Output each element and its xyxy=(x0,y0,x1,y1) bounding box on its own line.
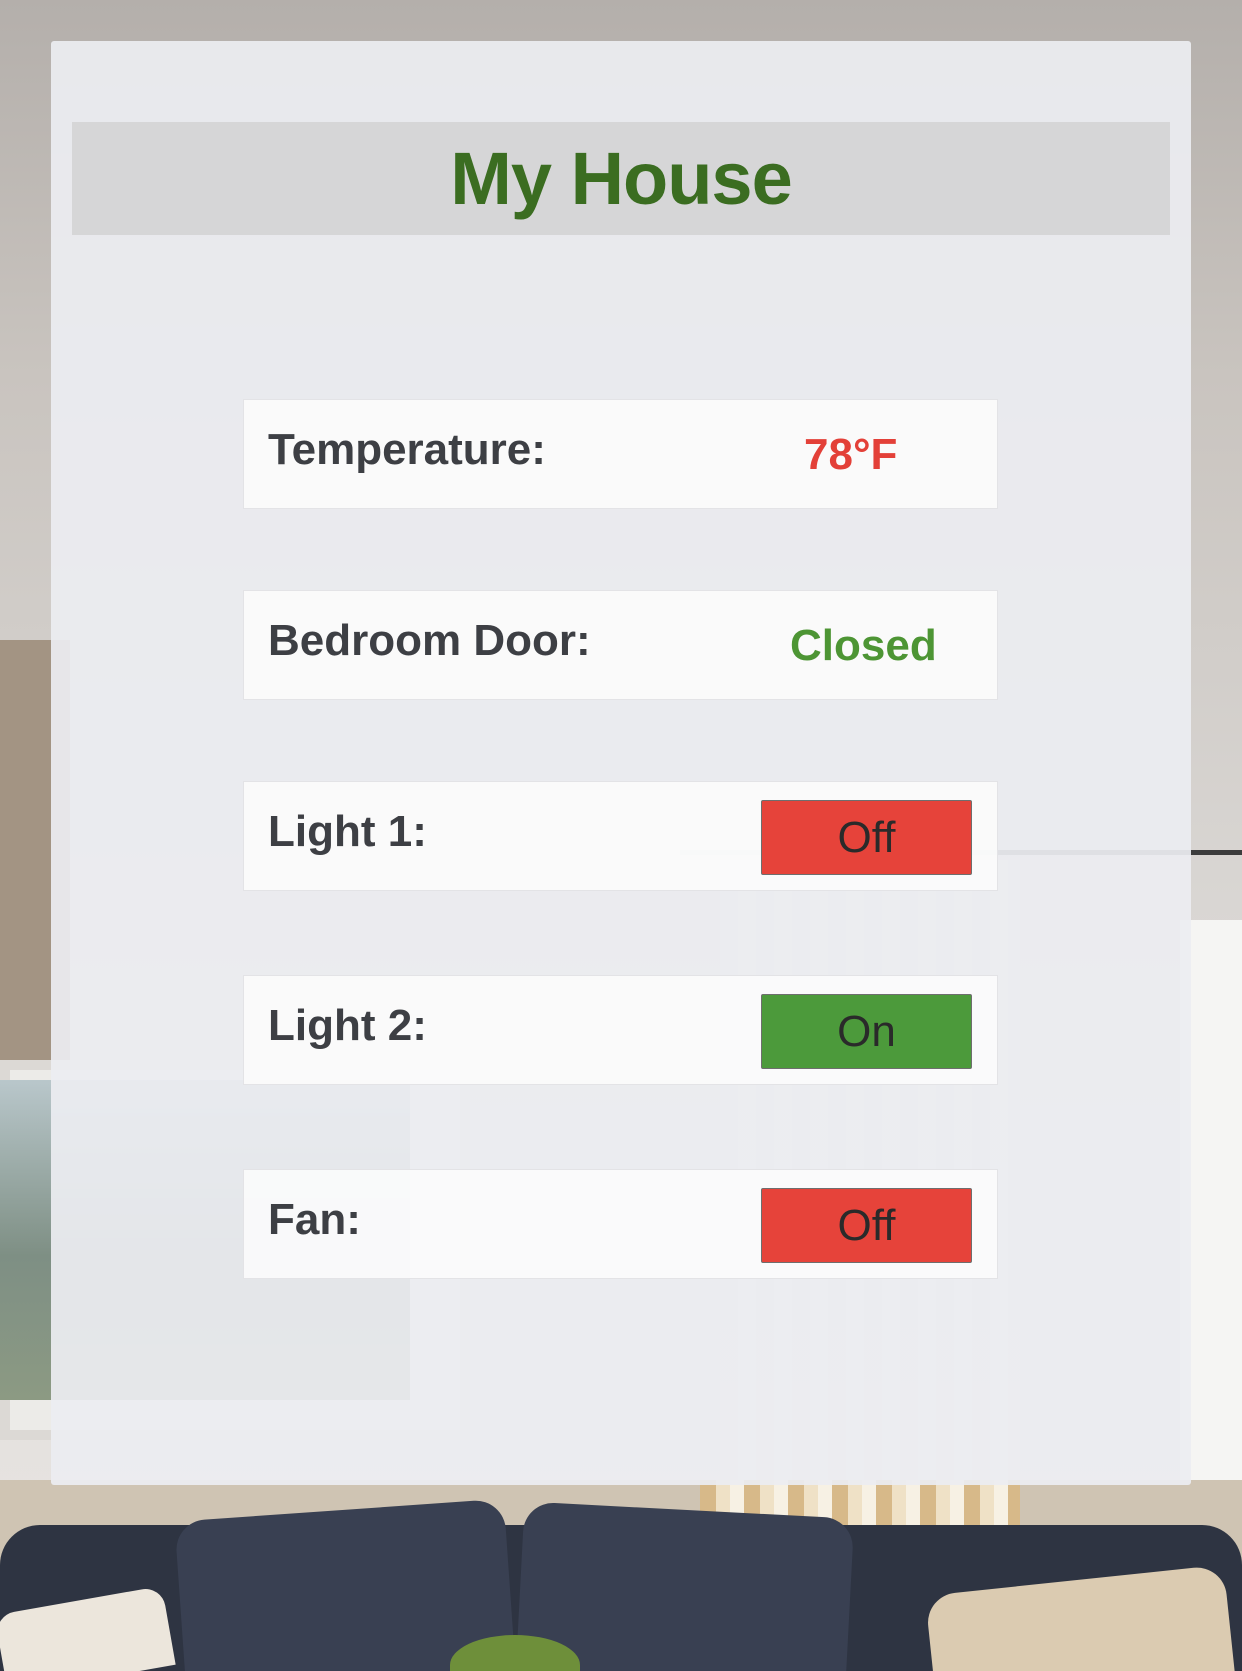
fan-label: Fan: xyxy=(268,1195,361,1244)
row-bedroom-door: Bedroom Door: Closed xyxy=(243,590,998,700)
house-panel: My House Temperature: 78°F Bedroom Door:… xyxy=(51,41,1191,1485)
header-bar: My House xyxy=(72,122,1170,235)
light-2-label: Light 2: xyxy=(268,1001,427,1050)
light-2-toggle-button[interactable]: On xyxy=(761,994,972,1069)
page-title: My House xyxy=(450,137,793,220)
bedroom-door-label: Bedroom Door: xyxy=(268,616,591,665)
row-temperature: Temperature: 78°F xyxy=(243,399,998,509)
fan-toggle-button[interactable]: Off xyxy=(761,1188,972,1263)
temperature-label: Temperature: xyxy=(268,425,546,474)
row-fan: Fan: Off xyxy=(243,1169,998,1279)
bedroom-door-status: Closed xyxy=(790,621,937,670)
background-cushion xyxy=(515,1501,855,1671)
row-light-2: Light 2: On xyxy=(243,975,998,1085)
light-1-toggle-button[interactable]: Off xyxy=(761,800,972,875)
light-1-label: Light 1: xyxy=(268,807,427,856)
row-light-1: Light 1: Off xyxy=(243,781,998,891)
temperature-value: 78°F xyxy=(804,430,898,479)
